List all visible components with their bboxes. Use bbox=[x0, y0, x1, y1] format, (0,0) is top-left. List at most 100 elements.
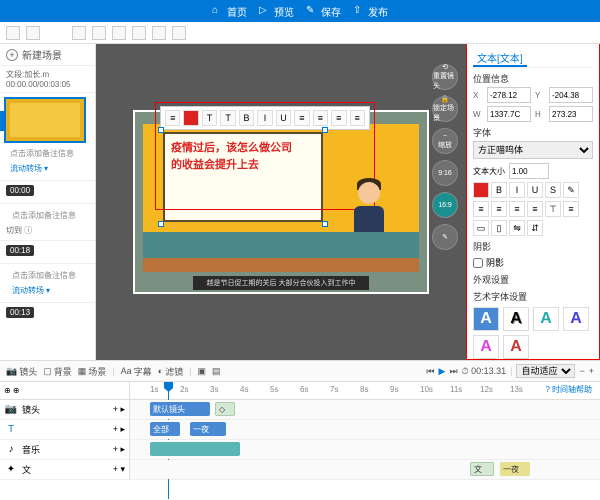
clip-text2[interactable]: 一夜 bbox=[190, 422, 226, 436]
tt-align-r-icon[interactable]: ≡ bbox=[331, 110, 346, 126]
tt-italic-icon[interactable]: I bbox=[257, 110, 272, 126]
caption-placeholder[interactable]: 点击添加备注信息 bbox=[6, 268, 89, 283]
art-style-3[interactable]: A bbox=[533, 307, 559, 331]
clip-trans[interactable]: ◇ bbox=[215, 402, 235, 416]
link-button[interactable]: ✎ bbox=[563, 182, 579, 198]
zoom-in-button[interactable]: + bbox=[589, 366, 594, 376]
tb-caption[interactable]: Aa字幕 bbox=[121, 365, 152, 378]
art-style-4[interactable]: A bbox=[563, 307, 589, 331]
tb-lens[interactable]: 📷镜头 bbox=[6, 365, 37, 378]
time-ruler[interactable]: 1s 2s 3s 4s 5s 6s 7s 8s 9s 10s 11s 12s 1… bbox=[130, 382, 600, 399]
tool-c[interactable] bbox=[112, 26, 126, 40]
tb-filter[interactable]: ◐滤镜 bbox=[158, 365, 183, 378]
underline-button[interactable]: U bbox=[527, 182, 543, 198]
valign-mid-button[interactable]: ≡ bbox=[563, 201, 579, 217]
strike-button[interactable]: S bbox=[545, 182, 561, 198]
scene-item[interactable]: 00:00 bbox=[0, 180, 95, 203]
scene-thumbnail[interactable] bbox=[4, 97, 86, 143]
tt-font-icon[interactable]: T bbox=[202, 110, 217, 126]
align-left-button[interactable]: ≡ bbox=[473, 201, 489, 217]
tt-color-icon[interactable] bbox=[183, 110, 198, 126]
new-scene-button[interactable]: + 新建场景 bbox=[0, 44, 95, 66]
tool-e[interactable] bbox=[152, 26, 166, 40]
dist-v-button[interactable]: ▯ bbox=[491, 220, 507, 236]
text-color-chip[interactable] bbox=[473, 182, 489, 198]
lock-scene-button[interactable]: 🔒锁定场景 bbox=[432, 96, 458, 122]
canvas[interactable]: ≡ T T B I U ≡ ≡ ≡ ≡ 疫情过后，该怎么做公司 bbox=[96, 44, 466, 360]
scene-item[interactable]: 点击添加备注信息 切到 ⓘ bbox=[0, 203, 95, 240]
input-y[interactable] bbox=[549, 87, 593, 103]
track-fx-lane[interactable]: 文 一夜 bbox=[130, 460, 600, 479]
tt-size-icon[interactable]: T bbox=[220, 110, 235, 126]
scene-item[interactable]: 00:18 bbox=[0, 240, 95, 263]
shadow-checkbox[interactable] bbox=[473, 258, 483, 268]
track-lens-lane[interactable]: 默认镜头 ◇ bbox=[130, 400, 600, 419]
scene-item[interactable]: 00:13 bbox=[0, 302, 95, 325]
ratio-916-button[interactable]: 9:16 bbox=[432, 160, 458, 186]
caption-placeholder[interactable]: 点击添加备注信息 bbox=[4, 146, 91, 161]
zoom-out-button[interactable]: − bbox=[579, 366, 584, 376]
tt-align-j-icon[interactable]: ≡ bbox=[350, 110, 365, 126]
cut-button[interactable]: 切到 ⓘ bbox=[6, 225, 89, 236]
tb-scene[interactable]: ▦场景 bbox=[78, 365, 107, 378]
tt-list-icon[interactable]: ≡ bbox=[165, 110, 180, 126]
tool-b[interactable] bbox=[92, 26, 106, 40]
flip-v-button[interactable]: ⇵ bbox=[527, 220, 543, 236]
align-right-button[interactable]: ≡ bbox=[509, 201, 525, 217]
menu-save[interactable]: ✎保存 bbox=[306, 4, 341, 19]
menu-publish[interactable]: ⇧发布 bbox=[353, 4, 388, 19]
menu-home[interactable]: ⌂首页 bbox=[212, 4, 247, 19]
italic-button[interactable]: I bbox=[509, 182, 525, 198]
track-text-lane[interactable]: 全部 一夜 bbox=[130, 420, 600, 439]
art-style-5[interactable]: A bbox=[473, 335, 499, 359]
valign-top-button[interactable]: ⊤ bbox=[545, 201, 561, 217]
tt-align-l-icon[interactable]: ≡ bbox=[294, 110, 309, 126]
reset-camera-button[interactable]: ⟲重置镜头 bbox=[432, 64, 458, 90]
tb-ex2[interactable]: ▤ bbox=[212, 366, 221, 377]
input-size[interactable] bbox=[509, 163, 549, 179]
flip-h-button[interactable]: ⇋ bbox=[509, 220, 525, 236]
tool-undo[interactable] bbox=[6, 26, 20, 40]
caption-placeholder[interactable]: 点击添加备注信息 bbox=[6, 208, 89, 223]
track-audio-lane[interactable] bbox=[130, 440, 600, 459]
zoom-button[interactable]: −缩放 bbox=[432, 128, 458, 154]
ratio-169-button[interactable]: 16:9 bbox=[432, 192, 458, 218]
input-x[interactable] bbox=[487, 87, 531, 103]
scene-item[interactable]: 点击添加备注信息 流动转场 ▾ bbox=[0, 263, 95, 302]
tb-bg[interactable]: ▢背景 bbox=[43, 365, 72, 378]
align-center-button[interactable]: ≡ bbox=[491, 201, 507, 217]
clip-text[interactable]: 全部 bbox=[150, 422, 180, 436]
tool-a[interactable] bbox=[72, 26, 86, 40]
play-button[interactable]: ▶ bbox=[439, 366, 446, 377]
tt-under-icon[interactable]: U bbox=[276, 110, 291, 126]
input-w[interactable] bbox=[487, 106, 531, 122]
transition-label[interactable]: 流动转场 ▾ bbox=[6, 283, 89, 298]
prev-button[interactable]: ⏮ bbox=[426, 366, 434, 377]
menu-preview[interactable]: ▷预览 bbox=[259, 4, 294, 19]
clip-lens[interactable]: 默认镜头 bbox=[150, 402, 210, 416]
clip-audio[interactable] bbox=[150, 442, 240, 456]
align-justify-button[interactable]: ≡ bbox=[527, 201, 543, 217]
tab-text[interactable]: 文本[文本] bbox=[473, 48, 527, 67]
art-style-2[interactable]: A bbox=[503, 307, 529, 331]
font-select[interactable]: 方正喵呜体 bbox=[473, 141, 593, 159]
autofit-select[interactable]: 自动适应 bbox=[516, 364, 575, 378]
whiteboard[interactable]: ≡ T T B I U ≡ ≡ ≡ ≡ 疫情过后，该怎么做公司 bbox=[163, 132, 323, 222]
input-h[interactable] bbox=[549, 106, 593, 122]
tool-f[interactable] bbox=[172, 26, 186, 40]
transition-label[interactable]: 流动转场 ▾ bbox=[4, 161, 91, 176]
expand-all-button[interactable]: ⊕ ⊕ bbox=[4, 386, 20, 395]
clip-fx2[interactable]: 一夜 bbox=[500, 462, 530, 476]
tt-bold-icon[interactable]: B bbox=[239, 110, 254, 126]
clip-fx1[interactable]: 文 bbox=[470, 462, 494, 476]
next-button[interactable]: ⏭ bbox=[449, 366, 457, 377]
dist-h-button[interactable]: ▭ bbox=[473, 220, 489, 236]
tool-d[interactable] bbox=[132, 26, 146, 40]
art-style-6[interactable]: A bbox=[503, 335, 529, 359]
tt-align-c-icon[interactable]: ≡ bbox=[313, 110, 328, 126]
art-style-1[interactable]: A bbox=[473, 307, 499, 331]
edit-button[interactable]: ✎ bbox=[432, 224, 458, 250]
tool-redo[interactable] bbox=[26, 26, 40, 40]
bold-button[interactable]: B bbox=[491, 182, 507, 198]
editable-text[interactable]: 疫情过后，该怎么做公司 的收益会提升上去 bbox=[165, 134, 321, 179]
